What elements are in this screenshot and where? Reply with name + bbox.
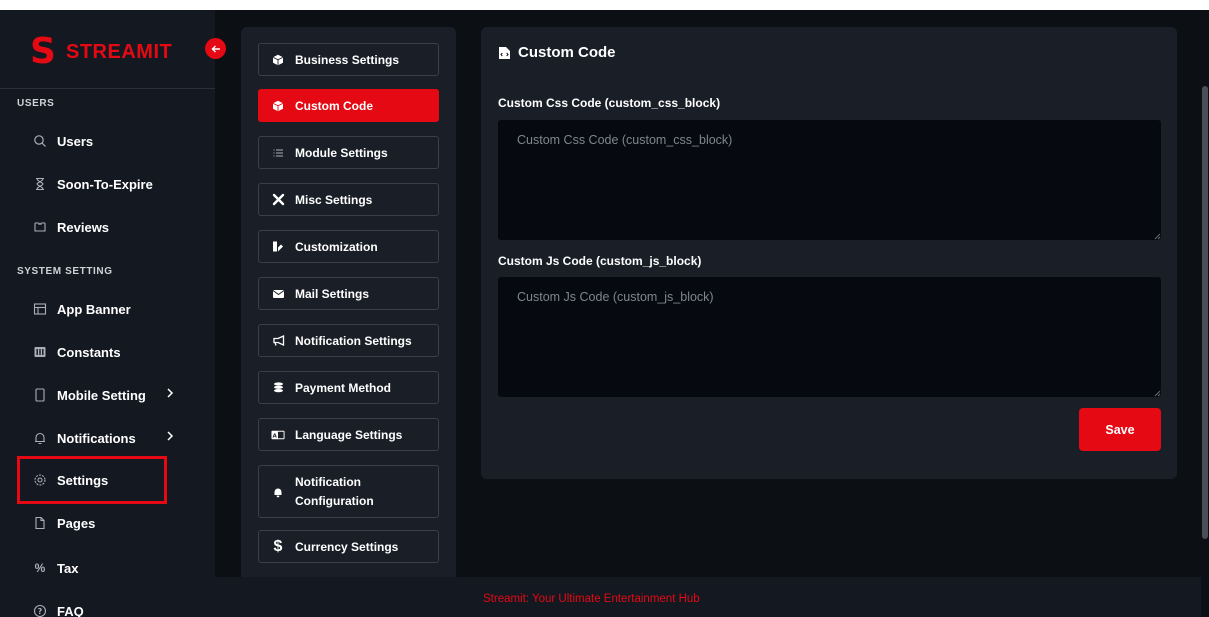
gear-icon — [33, 473, 47, 487]
sidebar-item-tax[interactable]: % Tax — [17, 550, 197, 586]
sidebar-collapse-button[interactable] — [205, 38, 226, 59]
chevron-right-icon — [165, 387, 175, 402]
menu-label: Custom Code — [295, 98, 373, 113]
sidebar-item-reviews[interactable]: Reviews — [17, 209, 197, 245]
svg-text:?: ? — [38, 607, 43, 616]
custom-code-card: Custom Code Custom Css Code (custom_css_… — [481, 27, 1177, 479]
menu-label: Customization — [295, 239, 378, 254]
sidebar-item-constants[interactable]: Constants — [17, 334, 197, 370]
menu-module-settings[interactable]: Module Settings — [258, 136, 439, 169]
resize-handle-icon — [1154, 390, 1161, 397]
list-icon — [271, 146, 285, 160]
menu-label: Notification Settings — [295, 333, 412, 348]
menu-currency-settings[interactable]: $ Currency Settings — [258, 530, 439, 563]
sidebar-item-mobile-setting[interactable]: Mobile Setting — [17, 377, 197, 413]
footer-text: Streamit: Your Ultimate Entertainment Hu… — [483, 593, 700, 605]
menu-label: Module Settings — [295, 145, 388, 160]
sidebar-item-label: Constants — [57, 344, 121, 360]
bell-icon — [271, 485, 285, 499]
menu-label: Notification Configuration — [295, 474, 374, 508]
sidebar-item-label: Notifications — [57, 430, 136, 446]
arrow-left-icon — [211, 45, 220, 52]
sidebar-item-label: App Banner — [57, 301, 131, 317]
menu-customization[interactable]: Customization — [258, 230, 439, 263]
help-icon: ? — [33, 604, 47, 617]
menu-mail-settings[interactable]: Mail Settings — [258, 277, 439, 310]
css-field-label: Custom Css Code (custom_css_block) — [498, 96, 721, 110]
menu-label: Business Settings — [295, 52, 400, 67]
bell-icon — [33, 431, 47, 445]
menu-label: Mail Settings — [295, 286, 370, 301]
cube-icon — [271, 53, 285, 67]
sidebar-item-label: FAQ — [57, 603, 84, 617]
logo-icon: S — [30, 31, 56, 72]
mobile-icon — [33, 388, 47, 402]
custom-js-textarea[interactable] — [498, 277, 1161, 397]
js-field-label: Custom Js Code (custom_js_block) — [498, 254, 702, 268]
sidebar-item-app-banner[interactable]: App Banner — [17, 291, 197, 327]
sidebar-item-label: Users — [57, 133, 94, 149]
menu-label: Currency Settings — [295, 539, 399, 554]
logo-divider — [0, 88, 215, 89]
menu-custom-code[interactable]: Custom Code — [258, 89, 439, 122]
sidebar-item-settings[interactable]: Settings — [17, 456, 167, 504]
sidebar-item-label: Soon-To-Expire — [57, 176, 153, 192]
constants-icon — [33, 345, 47, 359]
language-icon: A — [271, 428, 285, 442]
sidebar-item-users[interactable]: Users — [17, 123, 197, 159]
menu-notification-settings[interactable]: Notification Settings — [258, 324, 439, 357]
sidebar-item-label: Reviews — [57, 219, 110, 235]
sidebar-item-faq[interactable]: ? FAQ — [17, 593, 197, 617]
banner-icon — [33, 302, 47, 316]
logo[interactable]: S STREAMIT — [30, 31, 173, 72]
cube-icon — [271, 99, 285, 113]
menu-language-settings[interactable]: A Language Settings — [258, 418, 439, 451]
resize-handle-icon — [1154, 233, 1161, 240]
section-label-system-setting: SYSTEM SETTING — [17, 266, 113, 277]
menu-label: Language Settings — [295, 427, 403, 442]
scrollbar-thumb[interactable] — [1202, 86, 1208, 539]
custom-css-textarea[interactable] — [498, 120, 1161, 240]
dollar-icon: $ — [273, 537, 283, 555]
menu-misc-settings[interactable]: Misc Settings — [258, 183, 439, 216]
logo-text: STREAMIT — [66, 40, 173, 63]
app-window: S STREAMIT USERS Users Soon-To-Expire Re… — [0, 10, 1209, 617]
envelope-icon — [271, 287, 285, 301]
save-button[interactable]: Save — [1079, 408, 1161, 451]
menu-notification-configuration[interactable]: Notification Configuration — [258, 465, 439, 518]
section-label-users: USERS — [17, 98, 55, 109]
sidebar: S STREAMIT USERS Users Soon-To-Expire Re… — [0, 10, 215, 617]
menu-label: Misc Settings — [295, 192, 373, 207]
percent-icon: % — [34, 561, 46, 575]
settings-menu: Business Settings Custom Code Module Set… — [241, 27, 456, 617]
menu-business-settings[interactable]: Business Settings — [258, 43, 439, 76]
megaphone-icon — [271, 334, 285, 348]
chevron-right-icon — [165, 430, 175, 445]
user-icon — [33, 134, 47, 148]
sidebar-item-notifications[interactable]: Notifications — [17, 420, 197, 456]
card-title-text: Custom Code — [518, 44, 616, 61]
footer: Streamit: Your Ultimate Entertainment Hu… — [215, 577, 1205, 617]
sidebar-item-label: Tax — [57, 560, 79, 576]
sidebar-item-label: Pages — [57, 515, 96, 531]
sidebar-item-pages[interactable]: Pages — [17, 505, 197, 541]
paint-icon — [271, 240, 285, 254]
menu-payment-method[interactable]: Payment Method — [258, 371, 439, 404]
code-file-icon — [498, 46, 511, 60]
sidebar-item-soon-to-expire[interactable]: Soon-To-Expire — [17, 166, 197, 202]
card-title: Custom Code — [498, 44, 616, 61]
coins-icon — [271, 381, 285, 395]
sidebar-item-label: Mobile Setting — [57, 387, 146, 403]
review-icon — [33, 220, 47, 234]
hourglass-icon — [33, 177, 47, 191]
sidebar-item-label: Settings — [57, 472, 109, 488]
tools-icon — [271, 193, 285, 207]
menu-label: Payment Method — [295, 380, 392, 395]
page-icon — [33, 516, 47, 530]
svg-text:A: A — [273, 433, 278, 439]
